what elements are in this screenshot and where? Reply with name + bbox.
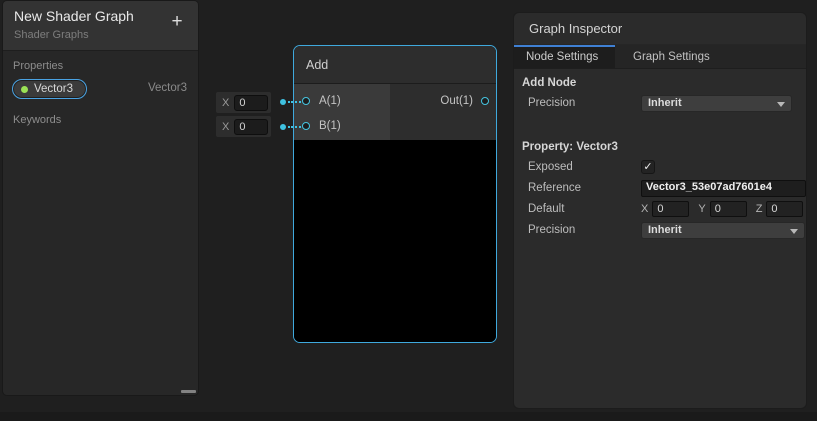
port-row-out: Out(1) bbox=[390, 92, 496, 110]
property-pill-label: Vector3 bbox=[34, 83, 73, 95]
tab-graph-settings[interactable]: Graph Settings bbox=[615, 45, 710, 68]
blackboard-header: New Shader Graph Shader Graphs + bbox=[3, 1, 198, 51]
input-b-value-field[interactable] bbox=[234, 119, 268, 135]
reference-row: Reference Vector3_53e07ad7601e4 bbox=[514, 178, 806, 198]
input-port-a-label: A(1) bbox=[319, 95, 341, 107]
add-node-inputs: A(1) B(1) bbox=[294, 84, 390, 140]
blackboard-resize-handle[interactable] bbox=[181, 390, 196, 393]
default-y-group: Y bbox=[698, 201, 746, 217]
default-row: Default X Y Z bbox=[514, 199, 806, 219]
add-node-outputs: Out(1) bbox=[390, 84, 496, 140]
default-x-field[interactable] bbox=[652, 201, 689, 217]
input-port-b-label: B(1) bbox=[319, 120, 341, 132]
property-precision-dropdown[interactable]: Inherit bbox=[641, 222, 805, 239]
tab-node-settings[interactable]: Node Settings bbox=[514, 45, 615, 68]
input-port-b-icon[interactable] bbox=[302, 122, 310, 130]
edge-b-connector-dot-icon[interactable] bbox=[280, 124, 286, 130]
property-pill-vector3[interactable]: Vector3 bbox=[12, 79, 87, 99]
graph-inspector-panel: Graph Inspector Node Settings Graph Sett… bbox=[513, 12, 807, 409]
add-property-button[interactable]: + bbox=[166, 11, 188, 33]
blackboard-panel: New Shader Graph Shader Graphs + Propert… bbox=[2, 0, 199, 396]
default-label: Default bbox=[528, 203, 641, 215]
property-row: Vector3 Vector3 bbox=[3, 79, 198, 101]
input-a-value-field[interactable] bbox=[234, 95, 268, 111]
property-type-label: Vector3 bbox=[148, 82, 187, 94]
dropdown-arrow-icon bbox=[777, 102, 785, 107]
edge-b-dashed-wire bbox=[288, 126, 301, 128]
port-row-b: B(1) bbox=[294, 117, 390, 135]
window-bottom-strip bbox=[0, 412, 817, 421]
inspector-tab-bar: Node Settings Graph Settings bbox=[514, 45, 806, 69]
exposed-row: Exposed ✓ bbox=[514, 157, 806, 177]
output-port-label: Out(1) bbox=[440, 95, 473, 107]
default-z-field[interactable] bbox=[766, 201, 803, 217]
graph-title: New Shader Graph bbox=[14, 8, 188, 24]
node-precision-dropdown[interactable]: Inherit bbox=[641, 95, 792, 112]
reference-label: Reference bbox=[528, 182, 641, 194]
property-section-header: Property: Vector3 bbox=[514, 137, 806, 157]
graph-subtitle: Shader Graphs bbox=[14, 29, 188, 41]
input-widget-b: X bbox=[216, 116, 271, 137]
property-precision-value: Inherit bbox=[648, 224, 682, 236]
input-b-axis-label: X bbox=[222, 121, 229, 133]
shader-graph-window: New Shader Graph Shader Graphs + Propert… bbox=[0, 0, 817, 421]
output-port-icon[interactable] bbox=[481, 97, 489, 105]
node-precision-value: Inherit bbox=[648, 97, 682, 109]
property-precision-row: Precision Inherit bbox=[514, 220, 806, 240]
exposed-checkbox[interactable]: ✓ bbox=[641, 160, 655, 174]
default-x-group: X bbox=[641, 201, 689, 217]
default-x-axis-label: X bbox=[641, 203, 648, 215]
dropdown-arrow-icon bbox=[790, 229, 798, 234]
default-y-field[interactable] bbox=[710, 201, 747, 217]
add-node-header[interactable]: Add bbox=[294, 46, 496, 84]
edge-a-dashed-wire bbox=[288, 101, 301, 103]
node-precision-row: Precision Inherit bbox=[514, 93, 806, 113]
input-port-a-icon[interactable] bbox=[302, 97, 310, 105]
input-widget-a: X bbox=[216, 92, 271, 113]
default-y-axis-label: Y bbox=[698, 203, 705, 215]
property-exposed-dot-icon bbox=[21, 86, 28, 93]
edge-a-connector-dot-icon[interactable] bbox=[280, 99, 286, 105]
default-z-axis-label: Z bbox=[756, 203, 763, 215]
node-preview-area bbox=[294, 140, 496, 342]
add-node[interactable]: Add A(1) B(1) Out(1) bbox=[293, 45, 497, 343]
input-a-axis-label: X bbox=[222, 97, 229, 109]
property-precision-label: Precision bbox=[528, 224, 641, 236]
keywords-section-label: Keywords bbox=[3, 105, 198, 133]
inspector-body: Add Node Precision Inherit Property: Vec… bbox=[514, 69, 806, 240]
default-z-group: Z bbox=[756, 201, 804, 217]
inspector-title[interactable]: Graph Inspector bbox=[514, 13, 806, 45]
reference-input[interactable]: Vector3_53e07ad7601e4 bbox=[641, 180, 806, 197]
add-node-port-area: A(1) B(1) Out(1) bbox=[294, 84, 496, 140]
exposed-label: Exposed bbox=[528, 161, 641, 173]
node-precision-label: Precision bbox=[528, 97, 641, 109]
add-node-section-header: Add Node bbox=[514, 73, 806, 93]
port-row-a: A(1) bbox=[294, 92, 390, 110]
properties-section-label: Properties bbox=[3, 51, 198, 79]
